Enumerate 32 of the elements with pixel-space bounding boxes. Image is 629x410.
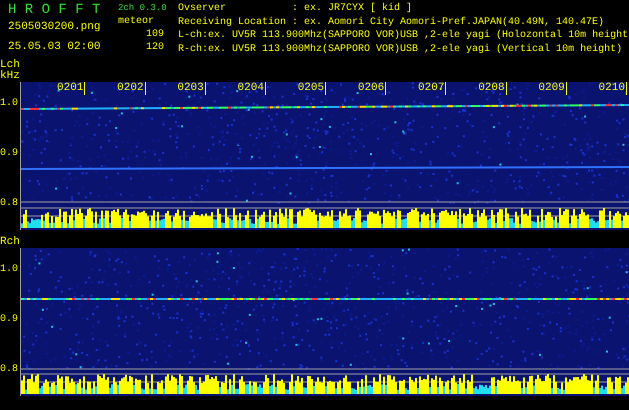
time-label: 0208 (478, 82, 507, 95)
time-label: 0203 (177, 82, 206, 95)
time-label: 0206 (358, 82, 386, 95)
axis-label: 0.9 (0, 148, 18, 160)
channel-label: Rch (0, 237, 20, 248)
axis-label: 0.8 (0, 198, 18, 210)
time-label: 0209 (538, 82, 567, 95)
channel-info: L-ch:ex. UV5R 113.900Mhz(SAPPORO VOR)USB ,2-ele yagi (Holozontal 10m height (178, 29, 628, 42)
axis-label: 0.9 (0, 314, 18, 326)
channel-info: R-ch:ex. UV5R 113.900Mhz(SAPPORO VOR)USB ,2-ele yagi (Vertical 10m height) (178, 42, 622, 56)
axis-label: 0.8 (0, 364, 18, 376)
time-label: 0205 (298, 82, 326, 95)
time-label: 0201 (57, 82, 86, 95)
time-label: 0202 (117, 82, 146, 95)
timestamp: 25.05.03 02:00 (8, 40, 100, 54)
meteor-count: 109 (146, 28, 164, 41)
unit-label: kHz (0, 71, 20, 82)
info-label: Ovserver (178, 2, 228, 16)
axis-label: 1.0 (0, 98, 18, 110)
meteor-label: meteor (118, 15, 154, 28)
app-title: H R O F F T (8, 2, 100, 18)
version-label: 2ch 0.3.0 (118, 2, 167, 15)
info-label: Receiving Location (178, 16, 288, 29)
meteor-count: 120 (146, 41, 164, 54)
info-value: : ex. JR7CYX [ kid ] (292, 2, 412, 16)
axis-label: 1.0 (0, 264, 18, 276)
info-value: : ex. Aomori City Aomori-Pref.JAPAN(40.49N, 140.47E) (292, 16, 604, 29)
time-label: 0204 (238, 82, 266, 95)
channel-label: Lch (0, 60, 20, 71)
time-label: 0207 (418, 82, 446, 95)
time-label: 0210 (598, 82, 627, 95)
filename: 2505030200.png (8, 20, 100, 34)
